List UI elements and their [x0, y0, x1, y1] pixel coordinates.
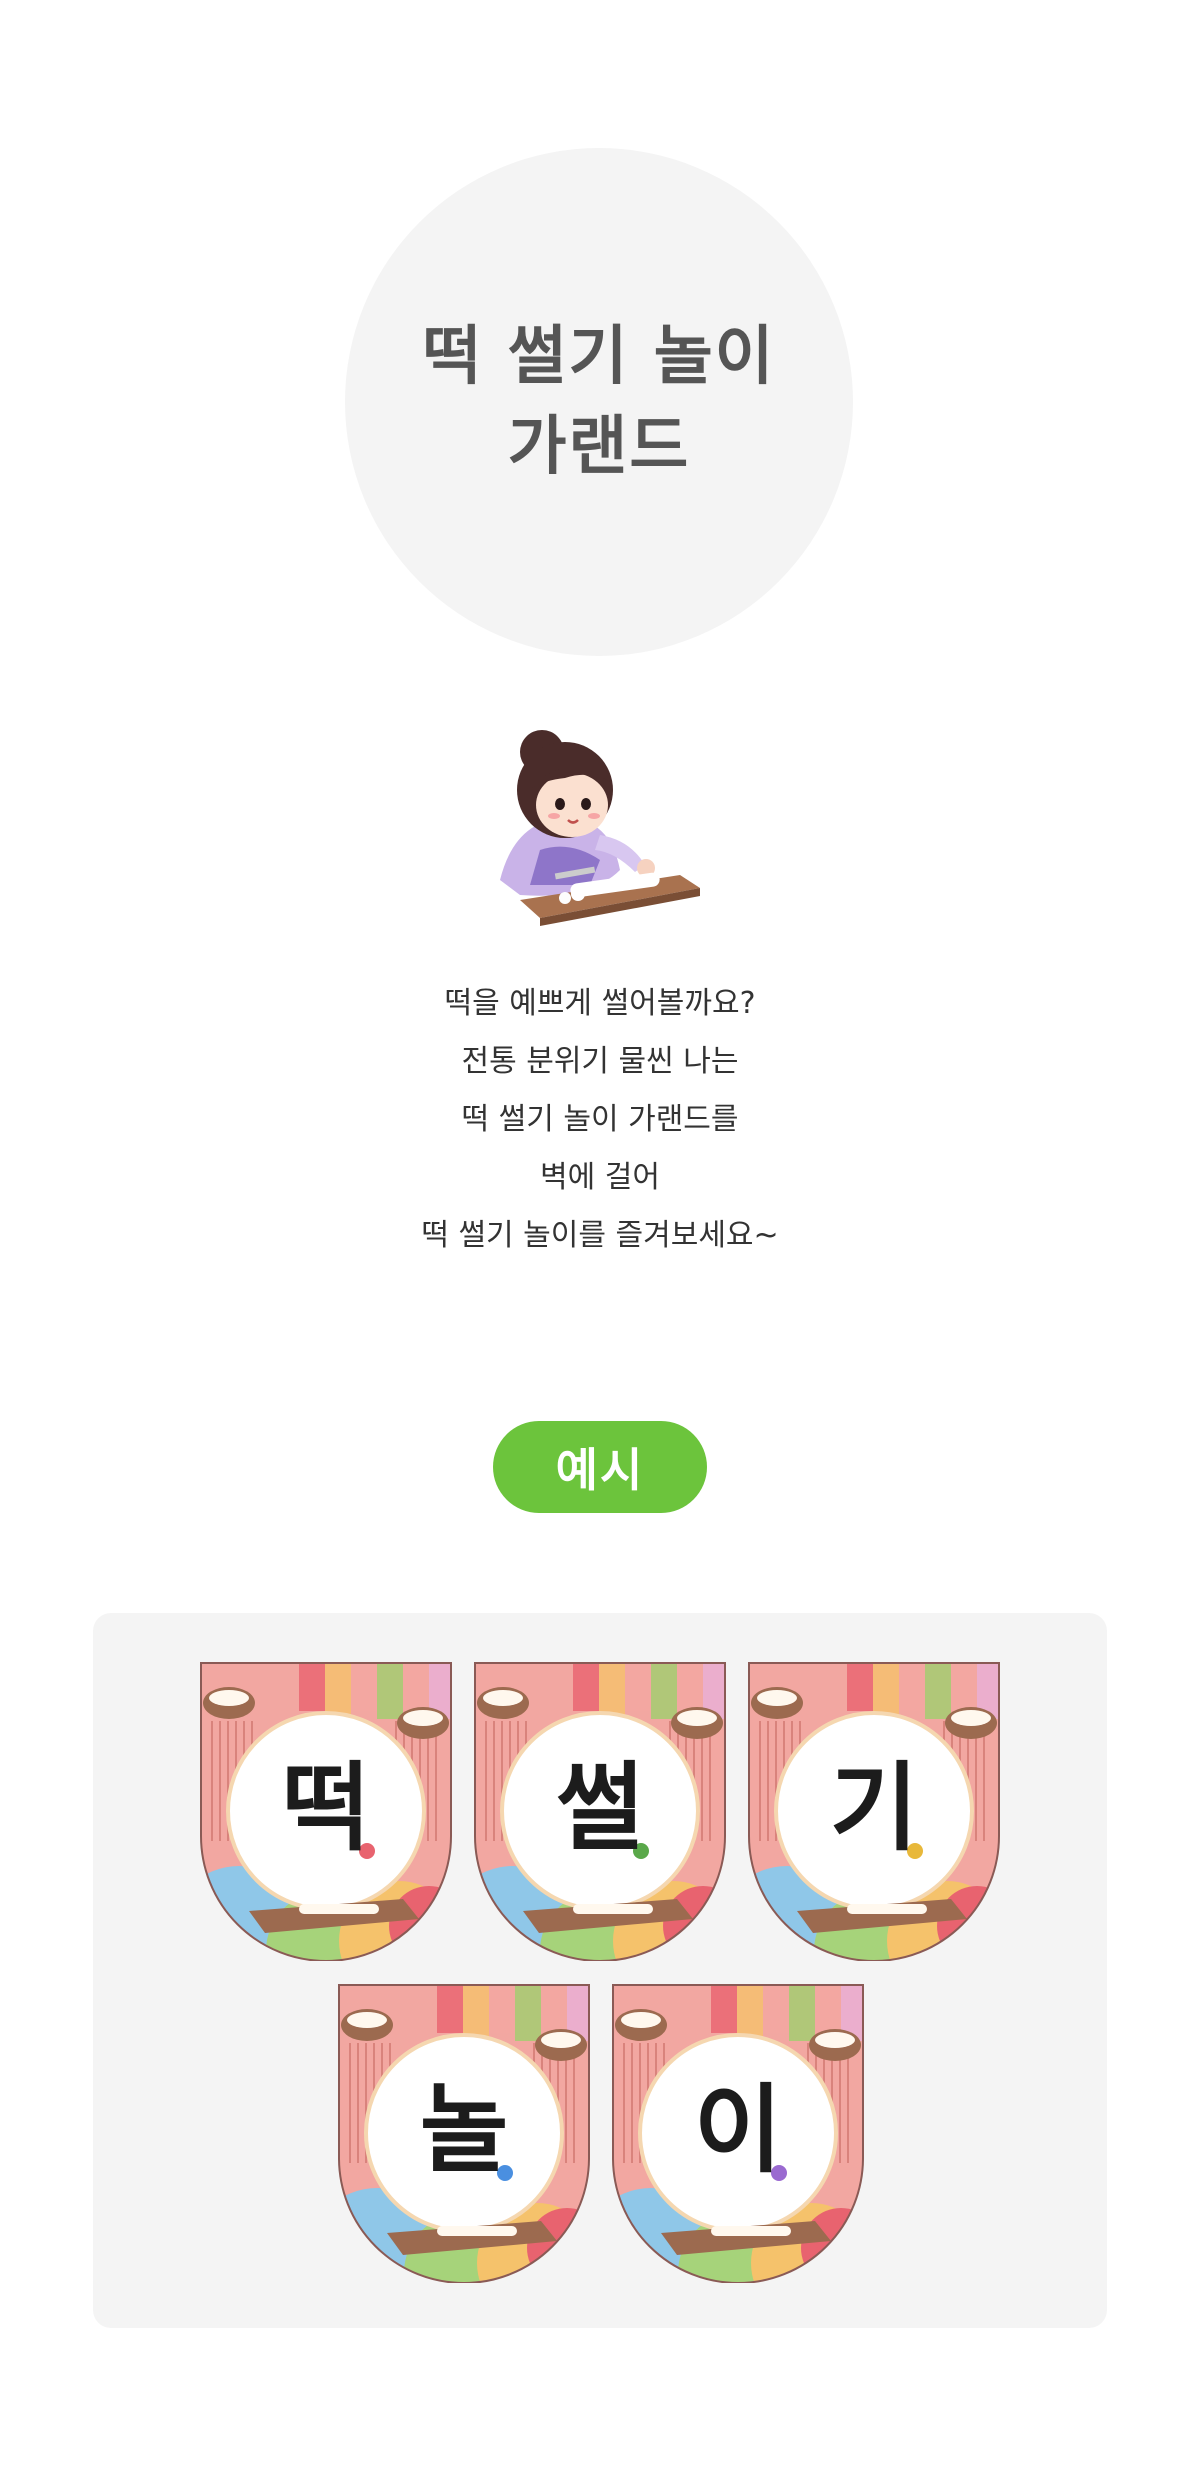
page-title-line-2: 가랜드: [507, 410, 691, 484]
description-line-2: 전통 분위기 물씬 나는: [461, 1044, 739, 1079]
garland-flag-char: 기: [829, 1751, 919, 1864]
garland-flag: 기: [747, 1661, 1001, 1961]
example-label-badge: 예시: [493, 1421, 707, 1513]
girl-cutting-rice-cake-illustration: [500, 730, 700, 926]
description: 떡을 예쁘게 썰어볼까요? 전통 분위기 물씬 나는 떡 썰기 놀이 가랜드를 …: [0, 975, 1200, 1265]
description-line-1: 떡을 예쁘게 썰어볼까요?: [444, 986, 756, 1021]
description-line-3: 떡 썰기 놀이 가랜드를: [461, 1102, 739, 1137]
description-line-4: 벽에 걸어: [540, 1160, 660, 1195]
garland-flag-char: 이: [693, 2073, 783, 2186]
garland-flag: 썰: [473, 1661, 727, 1961]
title-circle: 떡 썰기 놀이 가랜드: [345, 148, 853, 656]
garland-flag: 놀: [337, 1983, 591, 2283]
garland-flag: 이: [611, 1983, 865, 2283]
page-title-line-1: 떡 썰기 놀이: [422, 320, 776, 394]
garland-flag-char: 놀: [419, 2073, 509, 2186]
example-panel: 떡 썰 기 놀 이: [93, 1613, 1107, 2328]
garland-flag: 떡: [199, 1661, 453, 1961]
description-line-5: 떡 썰기 놀이를 즐겨보세요~: [421, 1218, 779, 1253]
garland-flag-char: 떡: [281, 1751, 371, 1864]
garland-flag-char: 썰: [555, 1751, 645, 1864]
